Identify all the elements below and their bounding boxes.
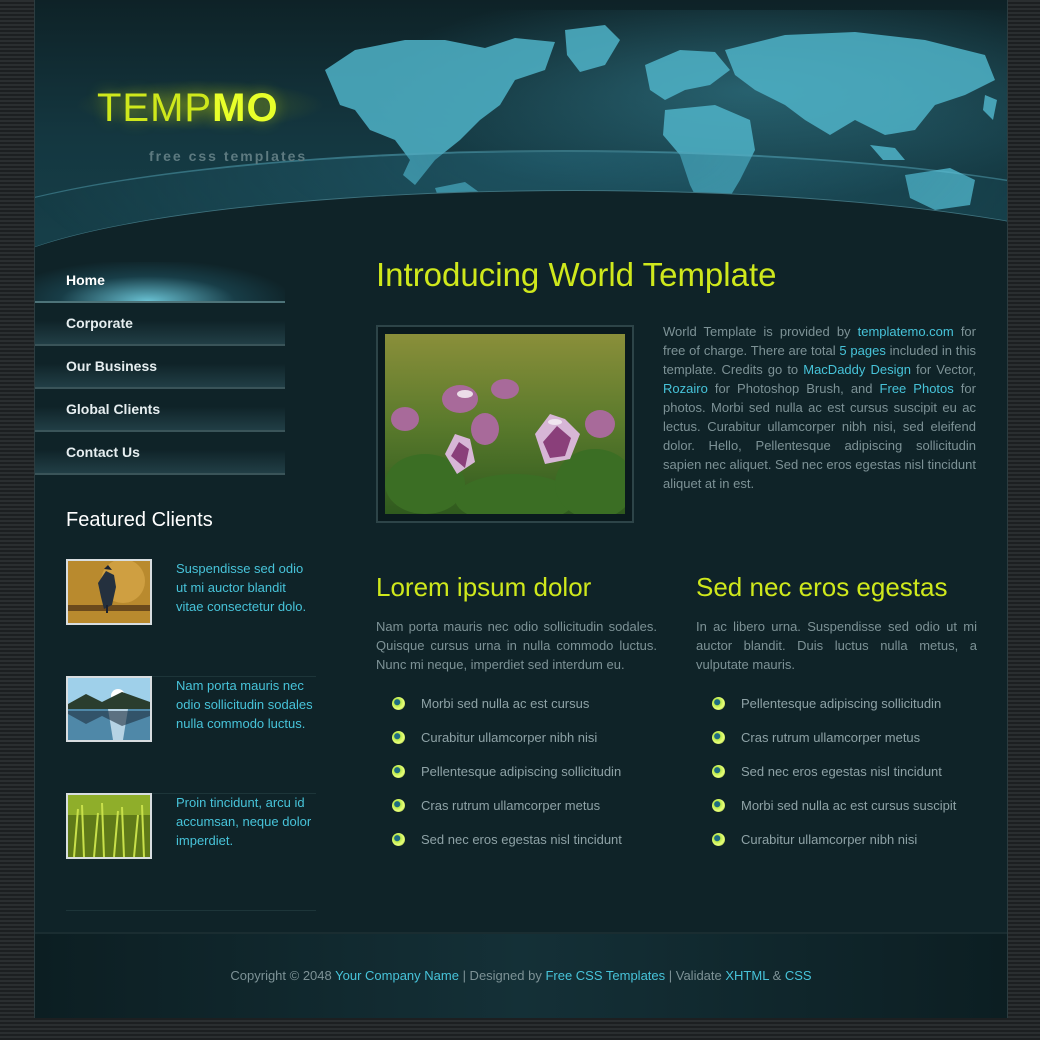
flower-photo-frame [376, 325, 634, 523]
list-item-text: Pellentesque adipiscing sollicitudin [741, 696, 942, 711]
menu-item-our-business[interactable]: Our Business [35, 348, 285, 389]
list-item-text: Curabitur ullamcorper nibh nisi [421, 730, 598, 745]
company-name-link[interactable]: Your Company Name [335, 968, 459, 983]
free-css-templates-link[interactable]: Free CSS Templates [545, 968, 665, 983]
column-1-text: Nam porta mauris nec odio sollicitudin s… [376, 619, 657, 672]
bullet-icon [712, 765, 725, 778]
bullet-icon [712, 799, 725, 812]
intro-paragraph: World Template is provided by templatemo… [663, 322, 976, 493]
footer-text-1: Copyright © 2048 [230, 968, 336, 983]
intro-text-6: for photos. Morbi sed nulla ac est cursu… [663, 381, 976, 491]
page-title: Introducing World Template [376, 256, 777, 293]
list-item-text: Curabitur ullamcorper nibh nisi [741, 832, 918, 847]
bullet-icon [712, 731, 725, 744]
pages-link[interactable]: 5 pages [839, 343, 885, 358]
site-logo[interactable]: TEMPMO [97, 86, 279, 131]
templatemo-link[interactable]: templatemo.com [858, 324, 954, 339]
list-item: Curabitur ullamcorper nibh nisi [376, 730, 666, 764]
bullet-icon [392, 833, 405, 846]
footer-text-2: | Designed by [458, 968, 546, 983]
menu-item-corporate[interactable]: Corporate [35, 305, 285, 346]
bullet-icon [392, 765, 405, 778]
bullet-icon [392, 799, 405, 812]
flower-photo [385, 334, 625, 514]
logo-text-bold: MO [212, 86, 279, 130]
list-item: Sed nec eros egestas nisl tincidunt [696, 764, 986, 798]
featured-client-3-link[interactable]: Proin tincidunt, arcu id accumsan, neque… [176, 793, 316, 850]
column-2-text: In ac libero urna. Suspendisse sed odio … [696, 619, 977, 672]
intro-text-5: for Photoshop Brush, and [707, 381, 880, 396]
featured-client-1: Suspendisse sed odio ut mi auctor blandi… [66, 559, 316, 677]
featured-client-2: Nam porta mauris nec odio sollicitudin s… [66, 676, 316, 794]
intro-text-1: World Template is provided by [663, 324, 858, 339]
bullet-icon [392, 697, 405, 710]
list-item: Pellentesque adipiscing sollicitudin [376, 764, 666, 798]
bullet-icon [392, 731, 405, 744]
list-item: Pellentesque adipiscing sollicitudin [696, 696, 986, 730]
column-1-list: Morbi sed nulla ac est cursus Curabitur … [376, 696, 666, 866]
page-wrapper: TEMPMO free css templates Home Corporate… [34, 0, 1008, 1018]
bullet-icon [712, 833, 725, 846]
featured-clients-title: Featured Clients [66, 509, 213, 531]
menu-item-home[interactable]: Home [35, 262, 285, 303]
list-item-text: Morbi sed nulla ac est cursus suscipit [741, 798, 957, 813]
featured-client-3: Proin tincidunt, arcu id accumsan, neque… [66, 793, 316, 911]
footer-text-4: & [768, 968, 785, 983]
list-item-text: Cras rutrum ullamcorper metus [741, 730, 921, 745]
list-item: Sed nec eros egestas nisl tincidunt [376, 832, 666, 866]
footer-copyright: Copyright © 2048 Your Company Name | Des… [35, 968, 1007, 983]
grass-photo[interactable] [66, 793, 152, 859]
logo-text-light: TEMP [97, 86, 213, 130]
macdaddy-link[interactable]: MacDaddy Design [803, 362, 911, 377]
column-2-list: Pellentesque adipiscing sollicitudin Cra… [696, 696, 986, 866]
featured-client-1-link[interactable]: Suspendisse sed odio ut mi auctor blandi… [176, 559, 316, 616]
menu-item-global-clients[interactable]: Global Clients [35, 391, 285, 432]
header-banner: TEMPMO free css templates [35, 0, 1007, 250]
free-photos-link[interactable]: Free Photos [880, 381, 954, 396]
footer-text-3: | Validate [665, 968, 726, 983]
list-item: Morbi sed nulla ac est cursus [376, 696, 666, 730]
menu-item-contact-us[interactable]: Contact Us [35, 434, 285, 475]
main-menu: Home Corporate Our Business Global Clien… [35, 262, 285, 477]
list-item: Cras rutrum ullamcorper metus [376, 798, 666, 832]
list-item-text: Pellentesque adipiscing sollicitudin [421, 764, 622, 779]
list-item-text: Sed nec eros egestas nisl tincidunt [421, 832, 622, 847]
list-item: Cras rutrum ullamcorper metus [696, 730, 986, 764]
column-2-title: Sed nec eros egestas [696, 572, 948, 602]
list-item-text: Sed nec eros egestas nisl tincidunt [741, 764, 942, 779]
css-link[interactable]: CSS [785, 968, 812, 983]
list-item: Morbi sed nulla ac est cursus suscipit [696, 798, 986, 832]
site-tagline: free css templates [149, 148, 308, 164]
bullet-icon [712, 697, 725, 710]
list-item: Curabitur ullamcorper nibh nisi [696, 832, 986, 866]
xhtml-link[interactable]: XHTML [725, 968, 769, 983]
bird-photo[interactable] [66, 559, 152, 625]
rozairo-link[interactable]: Rozairo [663, 381, 708, 396]
intro-text-4: for Vector, [910, 362, 977, 377]
featured-client-2-link[interactable]: Nam porta mauris nec odio sollicitudin s… [176, 676, 316, 733]
footer: Copyright © 2048 Your Company Name | Des… [35, 932, 1007, 1018]
column-1-title: Lorem ipsum dolor [376, 572, 592, 602]
lake-photo[interactable] [66, 676, 152, 742]
list-item-text: Cras rutrum ullamcorper metus [421, 798, 601, 813]
list-item-text: Morbi sed nulla ac est cursus [421, 696, 590, 711]
